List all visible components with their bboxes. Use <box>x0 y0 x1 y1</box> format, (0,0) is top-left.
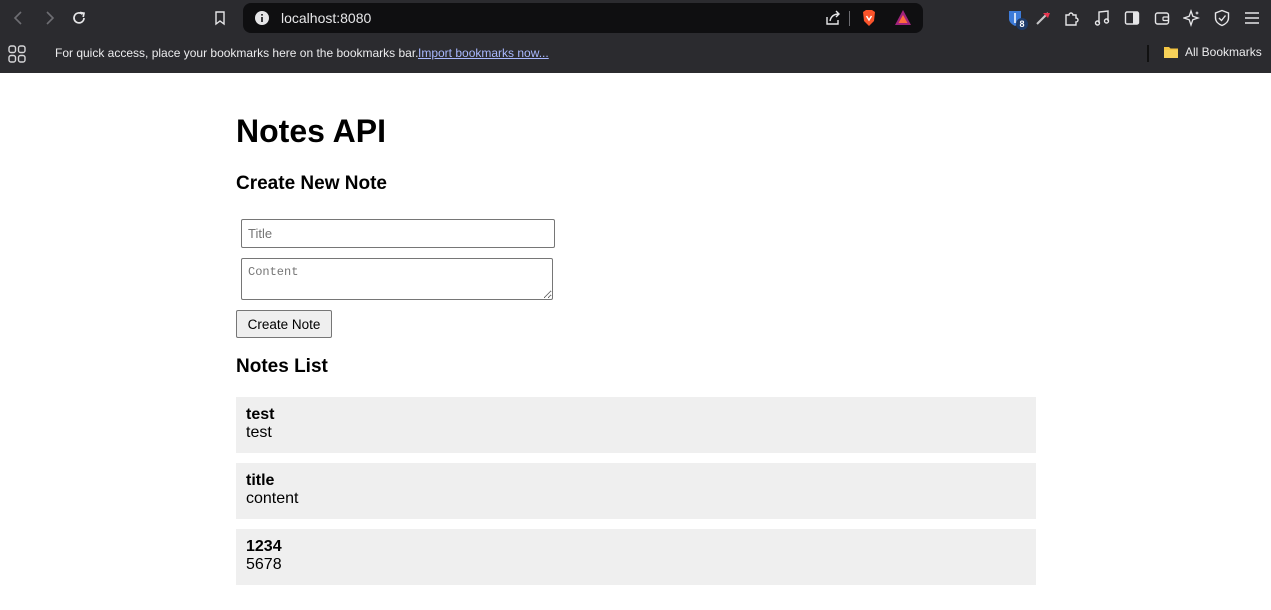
extension-badge: 8 <box>1016 18 1028 30</box>
note-title: test <box>246 406 275 423</box>
bookmark-icon <box>215 11 225 26</box>
brave-shields-icon[interactable] <box>859 8 879 28</box>
note-item: test test <box>236 397 1036 453</box>
extensions-menu-button[interactable] <box>1060 6 1084 30</box>
bitwarden-extension[interactable]: 8 <box>1003 6 1028 30</box>
puzzle-icon <box>1065 12 1079 26</box>
notes-list: test test title content 1234 5678 <box>236 397 1036 595</box>
wallet-icon <box>1154 12 1170 25</box>
note-content: test <box>246 424 272 441</box>
note-content: content <box>246 490 299 507</box>
back-button[interactable] <box>7 6 31 30</box>
browser-toolbar: localhost:8080 8 <box>0 0 1271 36</box>
sidebar-icon <box>1124 11 1140 25</box>
forward-icon <box>46 11 55 25</box>
page-title: Notes API <box>236 113 386 149</box>
leo-ai-icon <box>1183 9 1200 27</box>
apps-icon[interactable] <box>7 44 27 64</box>
create-note-heading: Create New Note <box>236 173 387 194</box>
bookmark-page-button[interactable] <box>208 6 232 30</box>
folder-icon <box>1164 47 1178 58</box>
leo-ai-button[interactable] <box>1180 6 1204 30</box>
site-info-icon[interactable] <box>254 10 270 26</box>
note-item: 1234 5678 <box>236 529 1036 585</box>
extension-icon <box>1036 12 1050 25</box>
title-input[interactable] <box>241 219 555 248</box>
bookmarks-divider <box>1147 45 1149 62</box>
vpn-icon <box>1214 9 1230 27</box>
reload-icon <box>73 11 86 24</box>
vpn-button[interactable] <box>1210 6 1234 30</box>
all-bookmarks-label: All Bookmarks <box>1185 45 1262 59</box>
address-separator <box>849 11 850 26</box>
bookmarks-bar-message: For quick access, place your bookmarks h… <box>55 46 419 60</box>
notes-list-heading: Notes List <box>236 356 328 377</box>
brave-rewards-icon[interactable] <box>893 8 913 28</box>
bookmarks-bar: For quick access, place your bookmarks h… <box>0 36 1271 73</box>
note-title: title <box>246 472 275 489</box>
main-menu-button[interactable] <box>1240 6 1264 30</box>
forward-button[interactable] <box>37 6 61 30</box>
wallet-button[interactable] <box>1150 6 1174 30</box>
all-bookmarks-button[interactable]: All Bookmarks <box>1163 45 1262 59</box>
sidebar-button[interactable] <box>1120 6 1144 30</box>
note-item: title content <box>236 463 1036 519</box>
share-icon[interactable] <box>823 8 843 28</box>
media-button[interactable] <box>1090 6 1114 30</box>
extension-button[interactable] <box>1031 6 1055 30</box>
back-icon <box>13 11 22 25</box>
content-textarea[interactable] <box>241 258 553 300</box>
create-note-button[interactable]: Create Note <box>236 310 332 338</box>
note-content: 5678 <box>246 556 282 573</box>
menu-icon <box>1245 12 1259 24</box>
note-title: 1234 <box>246 538 282 555</box>
music-icon <box>1094 10 1110 26</box>
reload-button[interactable] <box>67 6 91 30</box>
url-text[interactable]: localhost:8080 <box>281 10 371 26</box>
address-bar[interactable]: localhost:8080 <box>243 3 923 33</box>
import-bookmarks-link[interactable]: Import bookmarks now... <box>418 46 549 60</box>
